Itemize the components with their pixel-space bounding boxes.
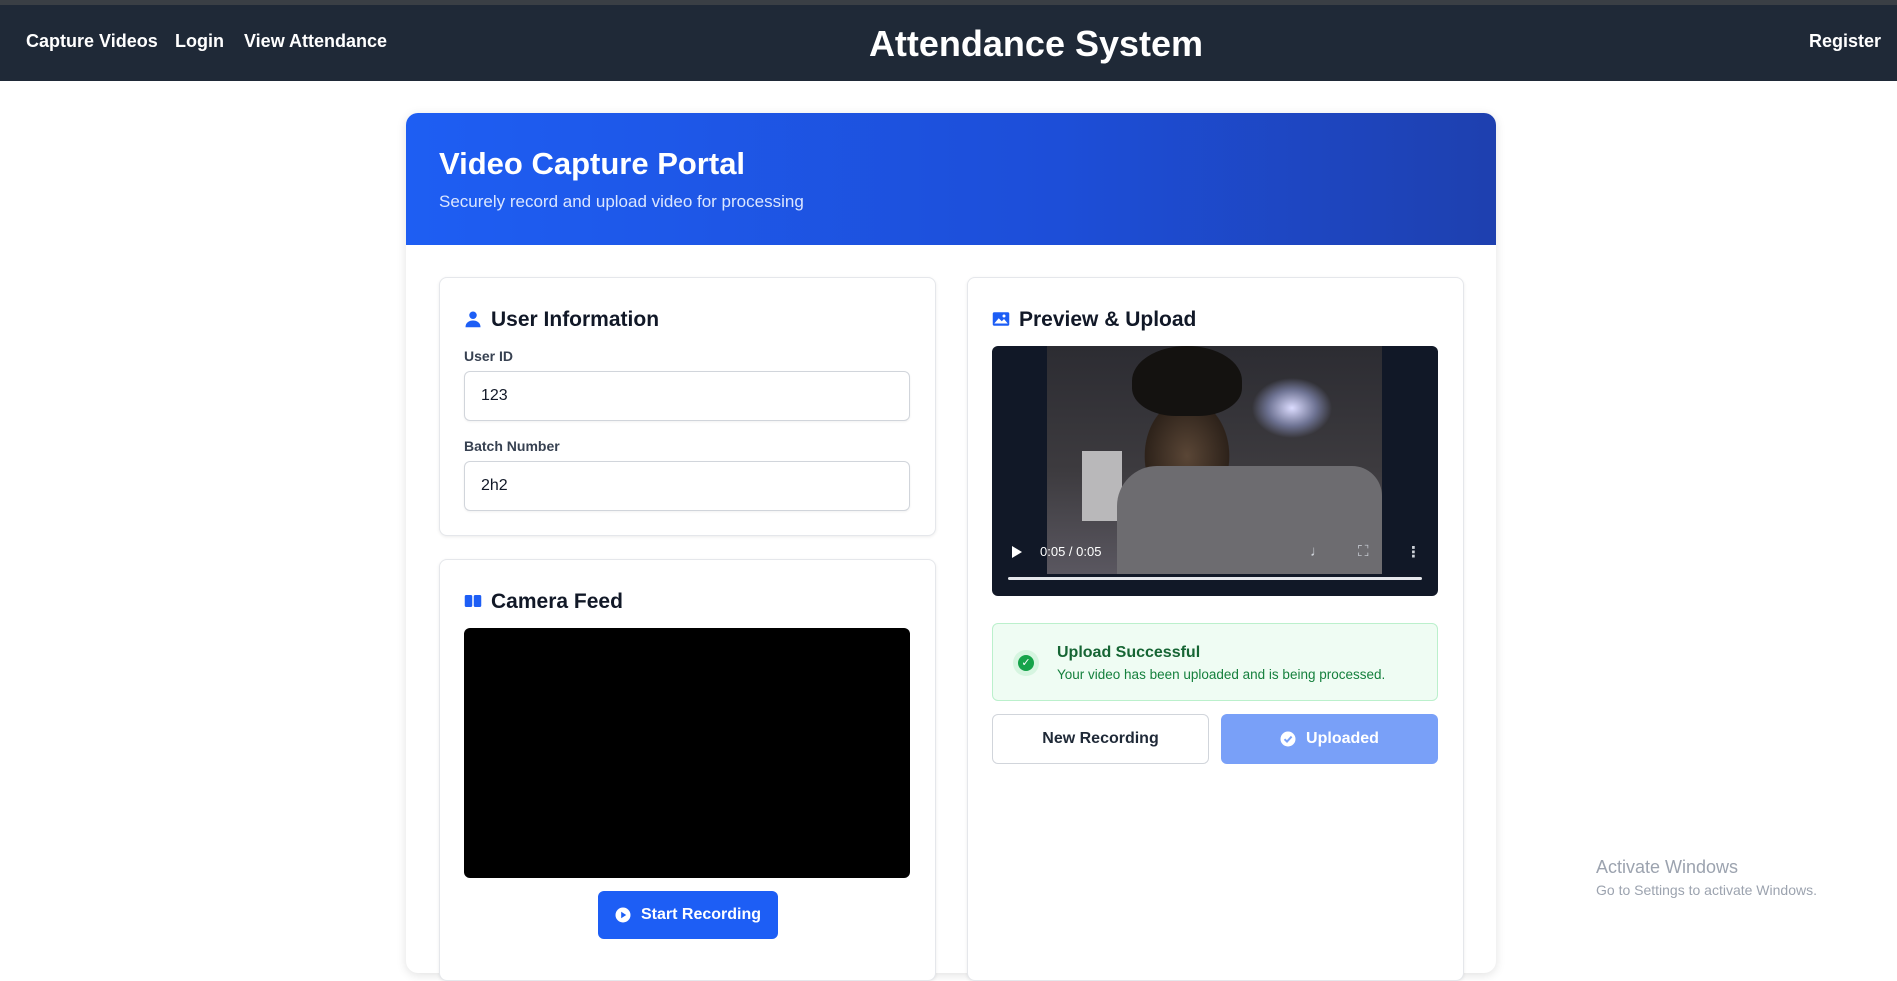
uploaded-label: Uploaded bbox=[1306, 730, 1379, 747]
user-information-panel: User Information User ID Batch Number bbox=[439, 277, 936, 536]
camera-feed-panel: Camera Feed Start Recording bbox=[439, 559, 936, 981]
portal-header: Video Capture Portal Securely record and… bbox=[406, 113, 1496, 245]
camera-feed-title: Camera Feed bbox=[491, 590, 623, 613]
windows-activation-watermark: Activate Windows Go to Settings to activ… bbox=[1596, 857, 1817, 898]
brand-title: Attendance System bbox=[868, 23, 1204, 64]
frame-person-head bbox=[1132, 346, 1242, 416]
preview-upload-panel: Preview & Upload 0:05 / 0:05 ♩ ⛶ ⋮ ✓ Upl… bbox=[967, 277, 1464, 981]
volume-icon[interactable]: ♩ bbox=[1310, 543, 1325, 560]
video-preview-player[interactable]: 0:05 / 0:05 ♩ ⛶ ⋮ bbox=[992, 346, 1438, 596]
nav-link-register[interactable]: Register bbox=[1809, 31, 1881, 52]
upload-success-alert: ✓ Upload Successful Your video has been … bbox=[992, 623, 1438, 701]
video-time: 0:05 / 0:05 bbox=[1040, 544, 1102, 559]
portal-title: Video Capture Portal bbox=[439, 146, 746, 181]
user-id-input[interactable] bbox=[464, 371, 910, 421]
user-information-heading: User Information bbox=[464, 308, 659, 332]
camera-feed-heading: Camera Feed bbox=[464, 590, 623, 614]
camera-icon bbox=[464, 595, 482, 607]
play-icon[interactable] bbox=[1012, 546, 1022, 558]
preview-upload-title: Preview & Upload bbox=[1019, 308, 1197, 331]
watermark-subtitle: Go to Settings to activate Windows. bbox=[1596, 882, 1817, 898]
portal-subtitle: Securely record and upload video for pro… bbox=[439, 192, 804, 211]
camera-feed-video bbox=[464, 628, 910, 878]
batch-number-label: Batch Number bbox=[464, 438, 560, 454]
check-circle-icon: ✓ bbox=[1013, 650, 1039, 676]
alert-message: Your video has been uploaded and is bein… bbox=[1057, 667, 1386, 682]
play-circle-icon bbox=[615, 907, 631, 923]
start-recording-label: Start Recording bbox=[640, 906, 761, 923]
video-progress-bar[interactable] bbox=[1008, 577, 1422, 580]
start-recording-button[interactable]: Start Recording bbox=[598, 891, 778, 939]
check-icon bbox=[1280, 731, 1296, 747]
fullscreen-icon[interactable]: ⛶ bbox=[1358, 543, 1369, 560]
frame-background-object bbox=[1082, 451, 1122, 521]
user-id-label: User ID bbox=[464, 348, 514, 364]
batch-number-input[interactable] bbox=[464, 461, 910, 511]
preview-upload-heading: Preview & Upload bbox=[992, 308, 1196, 332]
more-options-icon[interactable]: ⋮ bbox=[1406, 543, 1421, 561]
video-controls: 0:05 / 0:05 ♩ ⛶ ⋮ bbox=[992, 534, 1438, 596]
new-recording-button[interactable]: New Recording bbox=[992, 714, 1209, 764]
watermark-title: Activate Windows bbox=[1596, 857, 1739, 877]
user-information-title: User Information bbox=[491, 308, 660, 331]
uploaded-button[interactable]: Uploaded bbox=[1221, 714, 1438, 764]
navbar: Capture Videos Login View Attendance Att… bbox=[0, 5, 1897, 81]
alert-title: Upload Successful bbox=[1057, 644, 1201, 661]
image-icon bbox=[992, 312, 1010, 326]
user-icon bbox=[465, 311, 481, 328]
